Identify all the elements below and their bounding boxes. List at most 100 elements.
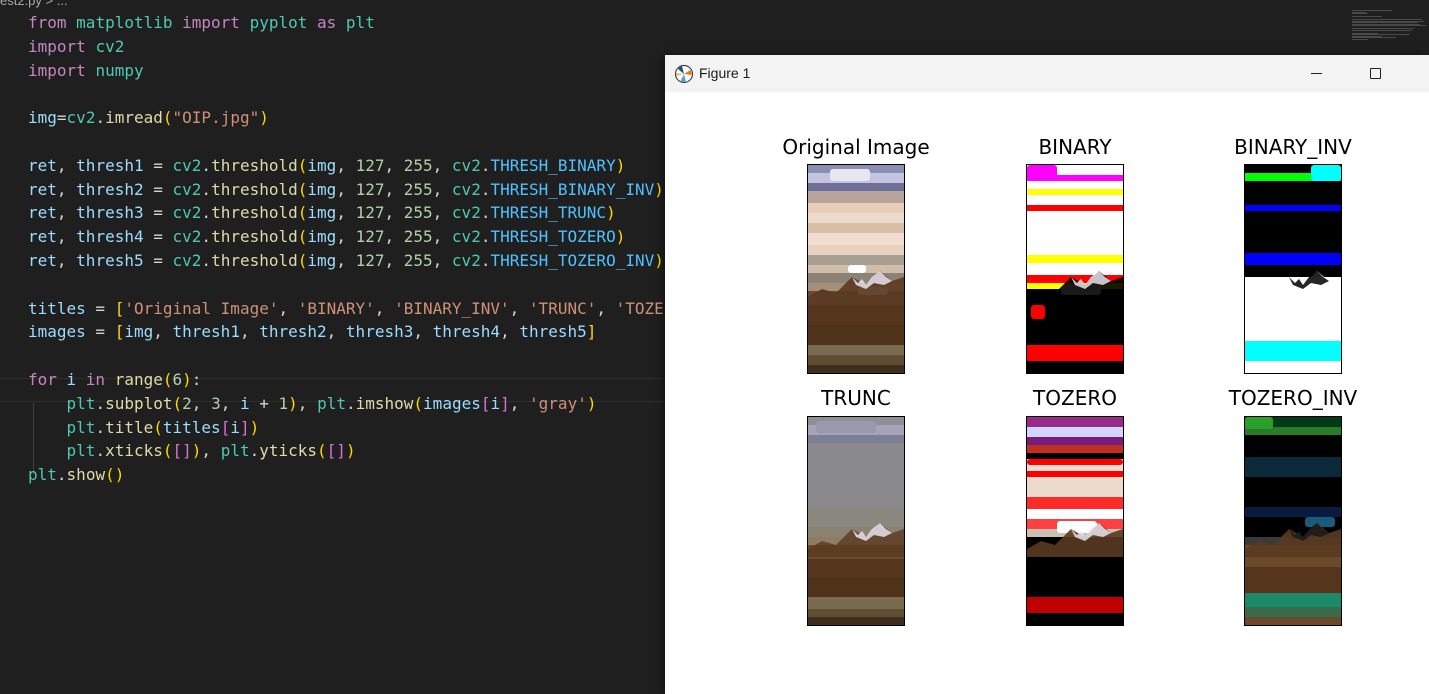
- code-token: .: [95, 441, 106, 461]
- code-token: thresh1: [172, 322, 240, 342]
- code-token: =: [143, 155, 173, 175]
- code-token: ,: [201, 441, 221, 461]
- code-token: .: [201, 227, 212, 247]
- figure-canvas[interactable]: Original Image BINARY BINARY_INV TRUNC TOZER…: [665, 92, 1429, 694]
- code-editor[interactable]: from matplotlib import pyplot as plt impo…: [0, 10, 665, 694]
- code-token: import: [182, 13, 250, 32]
- code-line[interactable]: from matplotlib import pyplot as plt: [28, 11, 375, 35]
- code-token: ): [259, 108, 269, 128]
- code-token: ,: [432, 179, 452, 199]
- code-token: ,: [336, 179, 356, 199]
- code-token: ,: [432, 251, 452, 270]
- minimap[interactable]: [1352, 10, 1426, 40]
- breadcrumb[interactable]: est2.py > ...: [0, 0, 68, 9]
- code-token: (: [317, 441, 327, 461]
- code-token: ): [288, 393, 298, 413]
- code-token: 127: [355, 155, 385, 175]
- code-token: cv2: [451, 155, 481, 175]
- code-token: titles: [162, 417, 221, 437]
- subplot-image-tozero: [1026, 416, 1124, 626]
- code-token: ,: [326, 322, 346, 342]
- code-line[interactable]: img=cv2.imread("OIP.jpg"): [28, 106, 269, 130]
- code-token: ]: [586, 322, 597, 342]
- code-token: ): [606, 203, 616, 223]
- code-line[interactable]: plt.subplot(2, 3, i + 1), plt.imshow(ima…: [28, 392, 597, 416]
- code-token: ,: [384, 179, 404, 199]
- code-token: thresh4: [76, 227, 144, 247]
- code-token: titles: [28, 298, 86, 318]
- code-token: ,: [220, 393, 240, 413]
- subplot-image-original: [807, 164, 905, 374]
- code-token: =: [85, 298, 115, 318]
- code-line[interactable]: plt.xticks([]), plt.yticks([]): [28, 439, 356, 463]
- code-token: (: [297, 227, 308, 247]
- code-token: ,: [297, 393, 318, 413]
- code-token: thresh3: [76, 203, 144, 223]
- code-token: ,: [432, 203, 452, 223]
- code-token: img: [307, 179, 337, 199]
- code-token: ,: [336, 155, 356, 175]
- code-token: thresh5: [76, 251, 144, 270]
- code-token: .: [201, 179, 212, 199]
- code-line[interactable]: import numpy: [28, 59, 144, 83]
- code-token: imread: [105, 108, 163, 128]
- code-token: .: [56, 465, 67, 485]
- code-token: 1: [278, 393, 289, 413]
- code-token: ret: [28, 251, 57, 270]
- code-token: images: [28, 322, 86, 342]
- code-token: .: [201, 251, 212, 270]
- code-token: 'TOZE: [615, 298, 664, 318]
- code-token: .: [249, 441, 260, 461]
- code-token: (): [105, 465, 125, 485]
- code-token: thresh2: [259, 322, 327, 342]
- code-token: 'gray': [529, 393, 587, 413]
- minimap-line: [1352, 25, 1426, 26]
- code-token: i: [239, 393, 250, 413]
- code-line[interactable]: ret, thresh5 = cv2.threshold(img, 127, 2…: [28, 249, 664, 273]
- code-line[interactable]: ret, thresh2 = cv2.threshold(img, 127, 2…: [28, 178, 664, 202]
- code-line[interactable]: ret, thresh4 = cv2.threshold(img, 127, 2…: [28, 225, 625, 249]
- code-token: thresh2: [76, 179, 144, 199]
- subplot-title: TOZERO_INV: [1228, 386, 1358, 410]
- code-token: ,: [239, 322, 260, 342]
- window-titlebar[interactable]: Figure 1: [665, 55, 1429, 92]
- code-token: ,: [432, 227, 452, 247]
- code-token: =: [143, 251, 173, 270]
- code-token: .: [345, 393, 356, 413]
- code-token: cv2: [451, 203, 481, 223]
- code-line[interactable]: for i in range(6):: [28, 368, 201, 392]
- code-token: img: [307, 227, 337, 247]
- code-token: img: [28, 108, 57, 128]
- code-token: i: [66, 370, 86, 389]
- code-token: ,: [336, 203, 356, 223]
- maximize-button[interactable]: [1351, 55, 1399, 92]
- minimize-icon: [1310, 73, 1322, 74]
- code-token: [: [114, 298, 125, 318]
- code-token: plt: [66, 441, 96, 461]
- code-line[interactable]: images = [img, thresh1, thresh2, thresh3…: [28, 320, 596, 344]
- code-token: .: [201, 203, 212, 223]
- code-line[interactable]: ret, thresh3 = cv2.threshold(img, 127, 2…: [28, 201, 616, 225]
- code-line[interactable]: ret, thresh1 = cv2.threshold(img, 127, 2…: [28, 154, 625, 178]
- code-line[interactable]: plt.title(titles[i]): [28, 416, 260, 440]
- code-token: ,: [432, 155, 452, 175]
- code-token: (: [297, 179, 308, 199]
- code-token: ret: [28, 155, 57, 175]
- code-token: import: [28, 60, 96, 80]
- code-line[interactable]: import cv2: [28, 35, 124, 59]
- code-token: 127: [355, 203, 385, 223]
- code-token: "OIP.jpg": [172, 108, 260, 128]
- code-token: ,: [56, 227, 77, 247]
- code-line[interactable]: titles = ['Original Image', 'BINARY', 'B…: [28, 297, 664, 321]
- code-token: 127: [355, 227, 385, 247]
- code-token: ,: [384, 251, 404, 270]
- minimize-button[interactable]: [1292, 55, 1340, 92]
- code-token: ret: [28, 203, 57, 223]
- code-token: 127: [355, 251, 385, 270]
- code-token: plt: [66, 393, 96, 413]
- code-token: range: [114, 370, 163, 389]
- code-token: cv2: [172, 227, 202, 247]
- code-line[interactable]: plt.show(): [28, 463, 124, 487]
